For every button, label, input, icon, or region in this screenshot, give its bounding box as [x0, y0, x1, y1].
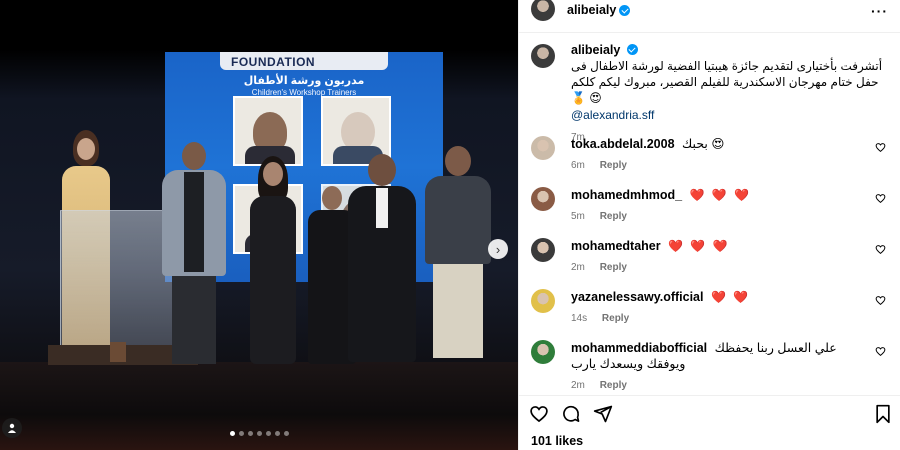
- carousel-dot: [229, 431, 235, 436]
- comment-timestamp: 6m: [571, 160, 585, 171]
- instagram-post: FOUNDATION مدربون ورشة الأطفال Children'…: [0, 0, 900, 450]
- screen-banner-text: FOUNDATION: [231, 55, 316, 69]
- comment-username[interactable]: mohamedmhmod_: [571, 188, 682, 202]
- comment-like-button[interactable]: [875, 193, 886, 207]
- comment-like-button[interactable]: [875, 295, 886, 309]
- comment-timestamp: 5m: [571, 211, 585, 222]
- heart-icon: [530, 406, 548, 423]
- comment-text: ❤️ ❤️ ❤️: [689, 188, 752, 202]
- comment-username[interactable]: yazanelessawy.official: [571, 290, 703, 304]
- heart-icon: [875, 245, 886, 255]
- comment-button[interactable]: [561, 404, 581, 427]
- comment-username[interactable]: mohamedtaher: [571, 239, 661, 253]
- comment-timestamp: 2m: [571, 262, 585, 273]
- carousel-dot: [256, 431, 262, 436]
- heart-icon: [875, 347, 886, 357]
- avatar[interactable]: [531, 136, 555, 160]
- likes-count[interactable]: 101 likes: [531, 434, 583, 448]
- comment-reply-button[interactable]: Reply: [602, 313, 629, 324]
- comment-like-button[interactable]: [875, 244, 886, 258]
- comment-username[interactable]: mohammeddiabofficial: [571, 341, 707, 355]
- post-sidebar: alibeialy ··· alibeialy أتشرفت بأختيارى …: [518, 0, 900, 450]
- avatar[interactable]: [531, 187, 555, 211]
- screen-title-arabic: مدربون ورشة الأطفال: [243, 75, 365, 87]
- more-dots-icon[interactable]: ···: [871, 3, 888, 19]
- bookmark-icon: [876, 404, 890, 424]
- carousel-dot: [265, 431, 271, 436]
- post-media[interactable]: FOUNDATION مدربون ورشة الأطفال Children'…: [0, 0, 518, 450]
- post-caption: alibeialy أتشرفت بأختيارى لتقديم جائزة ه…: [531, 42, 891, 143]
- woman-black-dress: [246, 156, 300, 364]
- like-button[interactable]: [529, 404, 549, 427]
- header-divider: [519, 32, 900, 33]
- save-button[interactable]: [874, 404, 892, 427]
- author-username[interactable]: alibeialy: [567, 3, 616, 17]
- caption-mention-link[interactable]: @alexandria.sff: [571, 108, 891, 122]
- comment-row: yazanelessawy.official ❤️ ❤️ 14s Reply: [531, 289, 891, 327]
- comment-timestamp: 14s: [571, 313, 588, 324]
- carousel-dot: [238, 431, 244, 436]
- carousel-dot: [283, 431, 289, 436]
- man-gray-jacket: [162, 142, 226, 364]
- action-bar: [519, 395, 900, 431]
- avatar[interactable]: [531, 289, 555, 313]
- comment-reply-button[interactable]: Reply: [600, 160, 627, 171]
- comment-reply-button[interactable]: Reply: [600, 211, 627, 222]
- stage-floor: [0, 362, 518, 450]
- verified-badge-icon: [619, 4, 631, 16]
- avatar[interactable]: [531, 0, 555, 21]
- share-button[interactable]: [593, 404, 613, 427]
- comment-username[interactable]: toka.abdelal.2008: [571, 137, 675, 151]
- heart-icon: [875, 296, 886, 306]
- man-tuxedo: [348, 154, 416, 362]
- comment-reply-button[interactable]: Reply: [600, 380, 627, 391]
- comment-row: mohamedtaher ❤️ ❤️ ❤️ 2m Reply: [531, 238, 891, 276]
- comment-row: mohamedmhmod_ ❤️ ❤️ ❤️ 5m Reply: [531, 187, 891, 225]
- comment-row: toka.abdelal.2008 بحبك 😍 6m Reply: [531, 136, 891, 174]
- comment-text: ❤️ ❤️: [710, 290, 751, 304]
- avatar[interactable]: [531, 340, 555, 364]
- avatar[interactable]: [531, 44, 555, 68]
- verified-badge-icon: [626, 44, 638, 55]
- post-header: alibeialy ···: [519, 0, 900, 21]
- comment-reply-button[interactable]: Reply: [600, 262, 627, 273]
- heart-icon: [875, 143, 886, 153]
- comment-icon: [563, 405, 580, 422]
- comment-like-button[interactable]: [875, 142, 886, 156]
- avatar[interactable]: [531, 238, 555, 262]
- carousel-dot: [274, 431, 280, 436]
- caption-username[interactable]: alibeialy: [571, 43, 620, 57]
- carousel-next-button[interactable]: ›: [488, 239, 508, 259]
- comment-text: ❤️ ❤️ ❤️: [668, 239, 730, 253]
- comment-like-button[interactable]: [875, 346, 886, 360]
- chevron-right-icon: ›: [495, 241, 501, 257]
- comment-timestamp: 2m: [571, 380, 585, 391]
- heart-icon: [875, 194, 886, 204]
- comment-row: mohammeddiabofficial علي العسل ربنا يحفظ…: [531, 340, 891, 394]
- man-denim-jacket: [425, 146, 491, 358]
- screen-title-english: Children's Workshop Trainers: [251, 88, 357, 97]
- carousel-dot: [247, 431, 253, 436]
- carousel-indicator: [0, 431, 518, 436]
- trophy: [110, 342, 126, 362]
- caption-text: أتشرفت بأختيارى لتقديم جائزة هيبتيا الفض…: [571, 59, 883, 105]
- share-icon: [593, 405, 613, 423]
- comment-text: بحبك 😍: [682, 137, 725, 151]
